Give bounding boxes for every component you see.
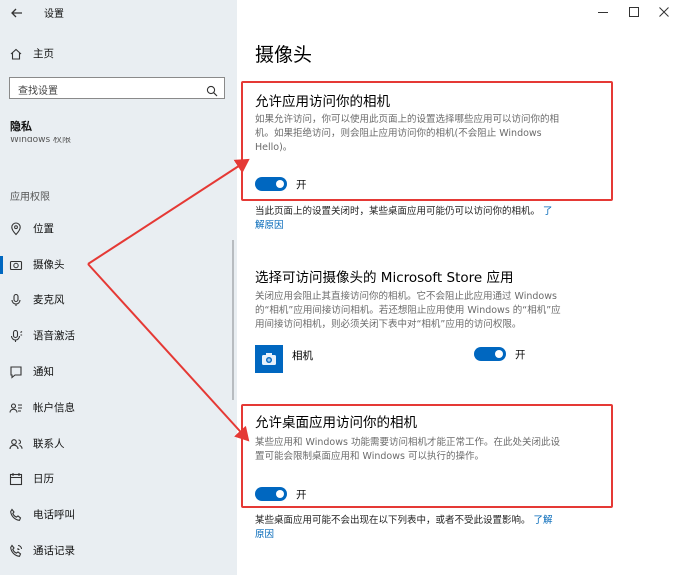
sidebar-item-contacts[interactable]: 联系人 bbox=[0, 432, 237, 456]
call-history-icon bbox=[9, 544, 23, 558]
minimize-icon[interactable] bbox=[597, 6, 609, 18]
privacy-heading: 隐私 bbox=[10, 120, 32, 133]
sidebar-item-label: 联系人 bbox=[33, 438, 65, 450]
cut-off-item: Windows 权限 bbox=[10, 137, 72, 145]
sidebar-item-voice-activation[interactable]: 语音激活 bbox=[0, 324, 237, 348]
sidebar-item-label: 日历 bbox=[33, 473, 54, 485]
close-icon[interactable] bbox=[658, 6, 670, 18]
calendar-icon bbox=[9, 472, 23, 486]
maximize-icon[interactable] bbox=[628, 6, 640, 18]
toggle-state-label: 开 bbox=[515, 349, 526, 361]
sidebar-item-label: 麦克风 bbox=[33, 294, 65, 306]
section-label: 应用权限 bbox=[10, 192, 50, 203]
sidebar-item-label: 帐户信息 bbox=[33, 402, 75, 414]
sidebar-item-call-history[interactable]: 通话记录 bbox=[0, 539, 237, 563]
sidebar-item-camera[interactable]: 摄像头 bbox=[0, 253, 237, 277]
page-title: 摄像头 bbox=[255, 44, 313, 66]
sidebar-item-notifications[interactable]: 通知 bbox=[0, 360, 237, 384]
camera-icon bbox=[9, 258, 23, 272]
camera-app-icon bbox=[262, 353, 276, 365]
search-placeholder: 查找设置 bbox=[18, 86, 58, 97]
search-input[interactable]: 查找设置 bbox=[9, 77, 225, 99]
sidebar: 设置 主页 查找设置 隐私 Windows 权限 应用权限 位置 摄像头 麦克风 bbox=[0, 0, 237, 575]
window-title: 设置 bbox=[44, 9, 64, 20]
notification-icon bbox=[9, 365, 23, 379]
camera-app-name: 相机 bbox=[292, 350, 313, 362]
highlight-box-1 bbox=[241, 81, 613, 201]
sidebar-item-account-info[interactable]: 帐户信息 bbox=[0, 396, 237, 420]
highlight-box-2 bbox=[241, 404, 613, 508]
section1-note: 当此页面上的设置关闭时，某些桌面应用可能仍可以访问你的相机。 了 解原因 bbox=[255, 206, 553, 231]
account-info-icon bbox=[9, 401, 23, 415]
camera-app-toggle[interactable] bbox=[474, 347, 506, 361]
sidebar-item-label: 电话呼叫 bbox=[33, 509, 75, 521]
sidebar-item-microphone[interactable]: 麦克风 bbox=[0, 288, 237, 312]
sidebar-item-label: 位置 bbox=[33, 223, 54, 235]
sidebar-item-label: 通知 bbox=[33, 366, 54, 378]
sidebar-item-location[interactable]: 位置 bbox=[0, 217, 237, 241]
sidebar-item-home[interactable]: 主页 bbox=[0, 42, 237, 66]
microphone-icon bbox=[9, 293, 23, 307]
section3-note: 某些桌面应用可能不会出现在以下列表中，或者不受此设置影响。 了解 原因 bbox=[255, 515, 553, 540]
home-icon bbox=[9, 47, 23, 61]
phone-call-icon bbox=[9, 508, 23, 522]
search-icon[interactable] bbox=[206, 82, 218, 97]
sidebar-item-label: 语音激活 bbox=[33, 330, 75, 342]
camera-app-tile bbox=[255, 345, 283, 373]
back-arrow-icon[interactable] bbox=[10, 5, 24, 19]
sidebar-item-phone-calls[interactable]: 电话呼叫 bbox=[0, 503, 237, 527]
sidebar-item-label: 主页 bbox=[33, 48, 54, 60]
learn-why-link[interactable]: 了 bbox=[543, 206, 553, 217]
sidebar-item-label: 摄像头 bbox=[33, 259, 65, 271]
section2-title: 选择可访问摄像头的 Microsoft Store 应用 bbox=[255, 270, 514, 286]
learn-why-link[interactable]: 了解 bbox=[534, 515, 553, 526]
sidebar-item-label: 通话记录 bbox=[33, 545, 75, 557]
learn-why-link-cont[interactable]: 解原因 bbox=[255, 220, 284, 231]
contacts-icon bbox=[9, 437, 23, 451]
voice-activation-icon bbox=[9, 329, 23, 343]
sidebar-scrollbar[interactable] bbox=[232, 240, 234, 400]
location-icon bbox=[9, 222, 23, 236]
learn-why-link-cont[interactable]: 原因 bbox=[255, 529, 274, 540]
selected-indicator bbox=[0, 256, 3, 274]
main-content: 摄像头 允许应用访问你的相机 如果允许访问，你可以使用此页面上的设置选择哪些应用… bbox=[237, 0, 681, 575]
section2-description: 关闭应用会阻止其直接访问你的相机。它不会阻止此应用通过 Windows 的“相机… bbox=[255, 291, 561, 330]
sidebar-item-calendar[interactable]: 日历 bbox=[0, 467, 237, 491]
